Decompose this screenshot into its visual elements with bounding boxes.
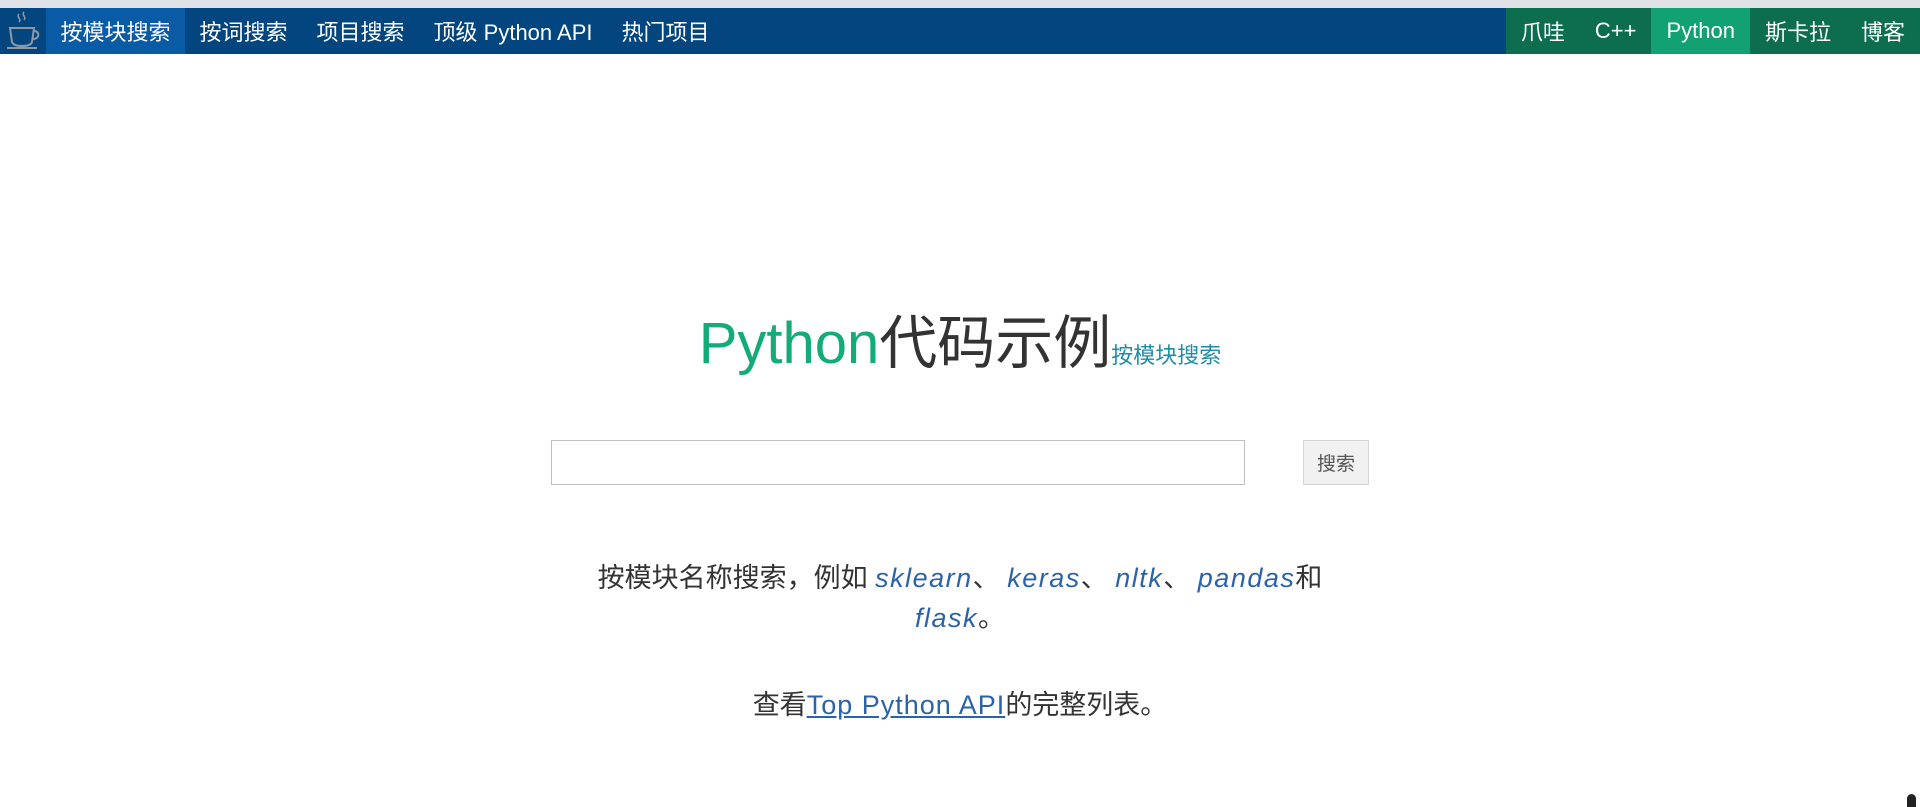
nav-search-by-module[interactable]: 按模块搜索 <box>46 8 186 54</box>
examples-and-text: 和 <box>1295 563 1323 593</box>
nav-top-python-api[interactable]: 顶级 Python API <box>419 8 607 54</box>
examples-lead-text: 按模块名称搜索，例如 <box>597 563 876 593</box>
module-link-keras[interactable]: keras <box>1007 563 1081 593</box>
window-top-strip <box>0 0 1920 8</box>
page-title: Python代码示例按模块搜索 <box>0 296 1920 380</box>
lang-java[interactable]: 爪哇 <box>1506 8 1580 54</box>
nav-popular-projects[interactable]: 热门项目 <box>607 8 724 54</box>
lang-cpp[interactable]: C++ <box>1580 8 1652 54</box>
examples-separator: 、 <box>1080 563 1116 593</box>
scrollbar-handle[interactable] <box>1907 794 1916 807</box>
page-title-accent: Python <box>698 311 880 376</box>
full-list-suffix: 的完整列表。 <box>1005 690 1168 720</box>
examples-separator: 、 <box>1163 563 1198 593</box>
search-examples: 按模块名称搜索，例如 sklearn、 keras、 nltk、 pandas和… <box>560 558 1360 638</box>
module-link-flask[interactable]: flask <box>915 603 978 633</box>
search-button[interactable]: 搜索 <box>1303 440 1369 485</box>
nav-project-search[interactable]: 项目搜索 <box>302 8 419 54</box>
module-link-sklearn[interactable]: sklearn <box>875 563 973 593</box>
module-link-nltk[interactable]: nltk <box>1115 563 1163 593</box>
main-nav: 按模块搜索 按词搜索 项目搜索 顶级 Python API 热门项目 <box>46 8 724 54</box>
search-input[interactable] <box>551 440 1245 485</box>
nav-blog[interactable]: 博客 <box>1846 8 1920 54</box>
lang-scala[interactable]: 斯卡拉 <box>1750 8 1846 54</box>
nav-search-by-word[interactable]: 按词搜索 <box>185 8 302 54</box>
coffee-cup-icon <box>7 11 40 49</box>
search-by-module-link[interactable]: 按模块搜索 <box>1111 343 1221 368</box>
lang-python[interactable]: Python <box>1651 8 1750 54</box>
module-link-pandas[interactable]: pandas <box>1198 563 1296 593</box>
top-python-api-link[interactable]: Top Python API <box>807 690 1006 720</box>
full-list-prefix: 查看 <box>752 690 807 720</box>
site-logo[interactable] <box>0 8 46 54</box>
top-navbar: 按模块搜索 按词搜索 项目搜索 顶级 Python API 热门项目 爪哇 C+… <box>0 8 1920 54</box>
page-title-text: 代码示例 <box>879 311 1112 376</box>
examples-separator: 、 <box>972 563 1008 593</box>
full-list-note: 查看Top Python API的完整列表。 <box>0 688 1920 722</box>
examples-end-text: 。 <box>978 603 1006 633</box>
language-nav: 爪哇 C++ Python 斯卡拉 博客 <box>1505 8 1920 54</box>
